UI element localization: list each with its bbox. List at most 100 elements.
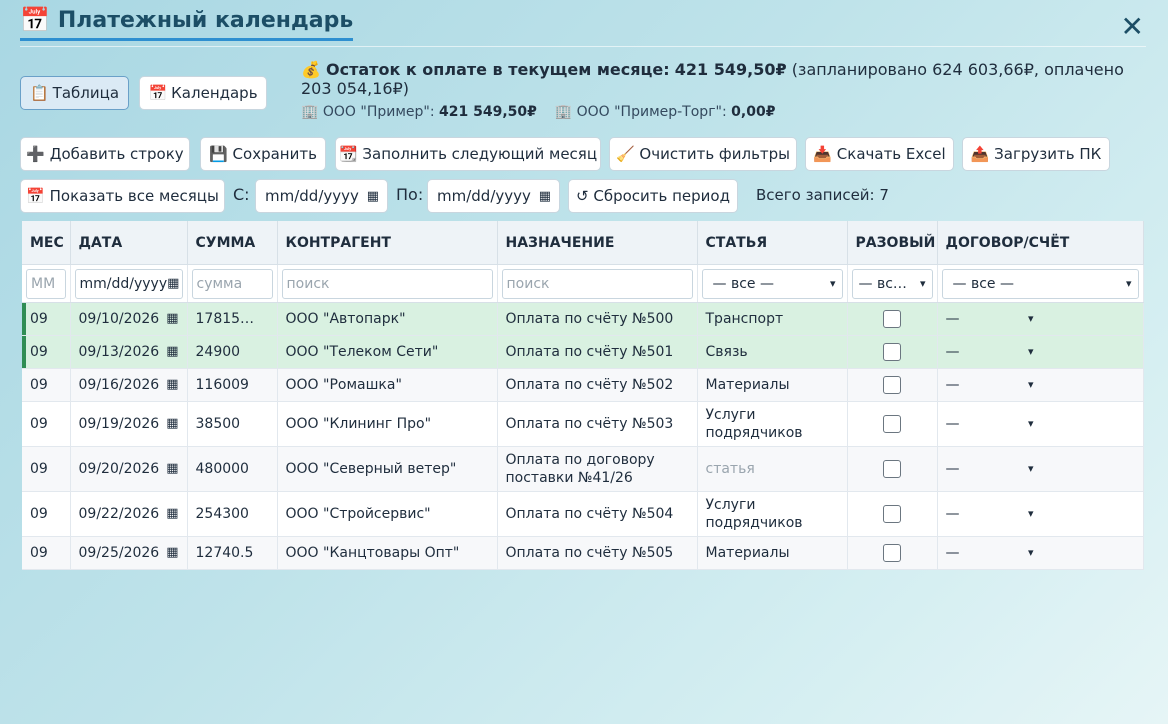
- sum-cell[interactable]: 24900: [187, 335, 278, 369]
- sum-cell[interactable]: 12740.5: [187, 536, 278, 570]
- oneoff-checkbox[interactable]: [883, 415, 901, 433]
- upload-pk-button[interactable]: 📤 Загрузить ПК: [962, 137, 1110, 171]
- purpose-cell[interactable]: Оплата по счёту №504: [497, 491, 698, 537]
- date-filter-value: mm/dd/yyyy: [79, 275, 168, 292]
- date-cell[interactable]: 09/19/2026 ▦: [70, 401, 188, 447]
- contractor-cell[interactable]: ООО "Телеком Сети": [277, 335, 498, 369]
- org-balances: 🏢 ООО "Пример": 421 549,50₽ 🏢 ООО "Приме…: [301, 104, 775, 120]
- calendar-icon: ▦: [538, 188, 551, 204]
- sum-cell[interactable]: 254300: [187, 491, 278, 537]
- calendar-icon[interactable]: ▦: [166, 460, 178, 478]
- column-header[interactable]: РАЗОВЫЙ: [847, 221, 938, 265]
- contractor-cell[interactable]: ООО "Северный ветер": [277, 446, 498, 492]
- column-header[interactable]: МЕС: [22, 221, 71, 265]
- date-cell[interactable]: 09/25/2026 ▦: [70, 536, 188, 570]
- column-header[interactable]: СУММА: [187, 221, 278, 265]
- date-cell[interactable]: 09/13/2026 ▦: [70, 335, 188, 369]
- date-cell[interactable]: 09/20/2026 ▦: [70, 446, 188, 492]
- date-cell[interactable]: 09/16/2026 ▦: [70, 368, 188, 402]
- sum-cell[interactable]: 116009: [187, 368, 278, 402]
- oneoff-filter-select[interactable]: — вс… ▾: [851, 268, 933, 299]
- purpose-cell[interactable]: Оплата по договору поставки №41/26: [497, 446, 698, 492]
- tab-calendar[interactable]: 📅 Календарь: [139, 76, 267, 110]
- column-header[interactable]: НАЗНАЧЕНИЕ: [497, 221, 698, 265]
- oneoff-checkbox[interactable]: [883, 460, 901, 478]
- calendar-icon[interactable]: ▦: [166, 343, 178, 361]
- purpose-cell[interactable]: Оплата по счёту №500: [497, 302, 698, 336]
- contractor-cell[interactable]: ООО "Стройсервис": [277, 491, 498, 537]
- oneoff-checkbox[interactable]: [883, 310, 901, 328]
- column-header[interactable]: СТАТЬЯ: [697, 221, 848, 265]
- contractor-cell[interactable]: ООО "Клининг Про": [277, 401, 498, 447]
- sum-cell[interactable]: 38500: [187, 401, 278, 447]
- sum-cell[interactable]: 17815…: [187, 302, 278, 336]
- show-all-months-button[interactable]: 📅 Показать все месяцы: [20, 179, 225, 213]
- header-row: МЕС ДАТА СУММА КОНТРАГЕНТ НАЗНАЧЕНИЕ СТА…: [22, 221, 1144, 265]
- contract-filter-select[interactable]: — все — ▾: [941, 268, 1139, 299]
- contractor-cell[interactable]: ООО "Автопарк": [277, 302, 498, 336]
- date-cell[interactable]: 09/10/2026 ▦: [70, 302, 188, 336]
- contractor-cell[interactable]: ООО "Канцтовары Опт": [277, 536, 498, 570]
- article-cell[interactable]: Услуги подрядчиков: [697, 401, 848, 447]
- contract-select[interactable]: — ▾: [946, 343, 1034, 361]
- reset-period-button[interactable]: ↺ Сбросить период: [568, 179, 738, 213]
- to-date-input[interactable]: mm/dd/yyyy ▦: [427, 179, 560, 213]
- contract-select[interactable]: — ▾: [946, 505, 1034, 523]
- table-row[interactable]: 09 09/16/2026 ▦ 116009 ООО "Ромашка" Оплата п…: [22, 368, 1144, 402]
- calendar-icon[interactable]: ▦: [166, 505, 178, 523]
- table-row[interactable]: 09 09/19/2026 ▦ 38500 ООО "Клининг Про" Оплат…: [22, 401, 1144, 447]
- article-cell[interactable]: Транспорт: [697, 302, 848, 336]
- sum-cell[interactable]: 480000: [187, 446, 278, 492]
- column-header[interactable]: ДАТА: [70, 221, 188, 265]
- month-filter-input[interactable]: ММ: [26, 268, 66, 299]
- contract-select[interactable]: — ▾: [946, 376, 1034, 394]
- table-row[interactable]: 09 09/13/2026 ▦ 24900 ООО "Телеком Сети" Опла…: [22, 335, 1144, 369]
- table-row[interactable]: 09 09/25/2026 ▦ 12740.5 ООО "Канцтовары Опт"…: [22, 536, 1144, 570]
- contract-select[interactable]: — ▾: [946, 544, 1034, 562]
- article-cell[interactable]: Материалы: [697, 368, 848, 402]
- sum-filter-input[interactable]: сумма: [191, 268, 273, 299]
- contract-select[interactable]: — ▾: [946, 415, 1034, 433]
- article-cell[interactable]: Материалы: [697, 536, 848, 570]
- article-cell[interactable]: статья: [697, 446, 848, 492]
- article-filter-select[interactable]: — все — ▾: [701, 268, 843, 299]
- article-cell[interactable]: Услуги подрядчиков: [697, 491, 848, 537]
- oneoff-checkbox[interactable]: [883, 544, 901, 562]
- month-cell: 09: [22, 491, 71, 537]
- calendar-icon[interactable]: ▦: [166, 376, 178, 394]
- contract-select[interactable]: — ▾: [946, 460, 1034, 478]
- column-header[interactable]: ДОГОВОР/СЧЁТ: [937, 221, 1144, 265]
- contractor-cell[interactable]: ООО "Ромашка": [277, 368, 498, 402]
- fill-next-month-button[interactable]: 📆 Заполнить следующий месяц: [335, 137, 601, 171]
- add-row-button[interactable]: ➕ Добавить строку: [20, 137, 190, 171]
- column-header[interactable]: КОНТРАГЕНТ: [277, 221, 498, 265]
- purpose-cell[interactable]: Оплата по счёту №505: [497, 536, 698, 570]
- tab-table[interactable]: 📋 Таблица: [20, 76, 129, 110]
- download-excel-button[interactable]: 📥 Скачать Excel: [805, 137, 954, 171]
- clear-filters-button[interactable]: 🧹 Очистить фильтры: [609, 137, 797, 171]
- table-row[interactable]: 09 09/10/2026 ▦ 17815… ООО "Автопарк" Оплата …: [22, 302, 1144, 336]
- date-value: 09/22/2026: [78, 506, 160, 522]
- oneoff-checkbox[interactable]: [883, 343, 901, 361]
- article-cell[interactable]: Связь: [697, 335, 848, 369]
- purpose-cell[interactable]: Оплата по счёту №501: [497, 335, 698, 369]
- date-filter-input[interactable]: mm/dd/yyyy ▦: [74, 268, 183, 299]
- table-row[interactable]: 09 09/20/2026 ▦ 480000 ООО "Северный ветер" О…: [22, 446, 1144, 492]
- contract-value: —: [945, 377, 960, 393]
- purpose-cell[interactable]: Оплата по счёту №503: [497, 401, 698, 447]
- date-cell[interactable]: 09/22/2026 ▦: [70, 491, 188, 537]
- building-icon: 🏢: [301, 104, 319, 120]
- oneoff-checkbox[interactable]: [883, 505, 901, 523]
- oneoff-checkbox[interactable]: [883, 376, 901, 394]
- from-date-input[interactable]: mm/dd/yyyy ▦: [255, 179, 388, 213]
- purpose-filter-input[interactable]: поиск: [501, 268, 693, 299]
- close-icon[interactable]: ✕: [1121, 10, 1144, 43]
- purpose-cell[interactable]: Оплата по счёту №502: [497, 368, 698, 402]
- calendar-icon[interactable]: ▦: [166, 415, 178, 433]
- table-row[interactable]: 09 09/22/2026 ▦ 254300 ООО "Стройсервис" Опла…: [22, 491, 1144, 537]
- calendar-icon[interactable]: ▦: [166, 544, 178, 562]
- contractor-filter-input[interactable]: поиск: [281, 268, 493, 299]
- contract-select[interactable]: — ▾: [946, 310, 1034, 328]
- save-button[interactable]: 💾 Сохранить: [200, 137, 326, 171]
- calendar-icon[interactable]: ▦: [166, 310, 178, 328]
